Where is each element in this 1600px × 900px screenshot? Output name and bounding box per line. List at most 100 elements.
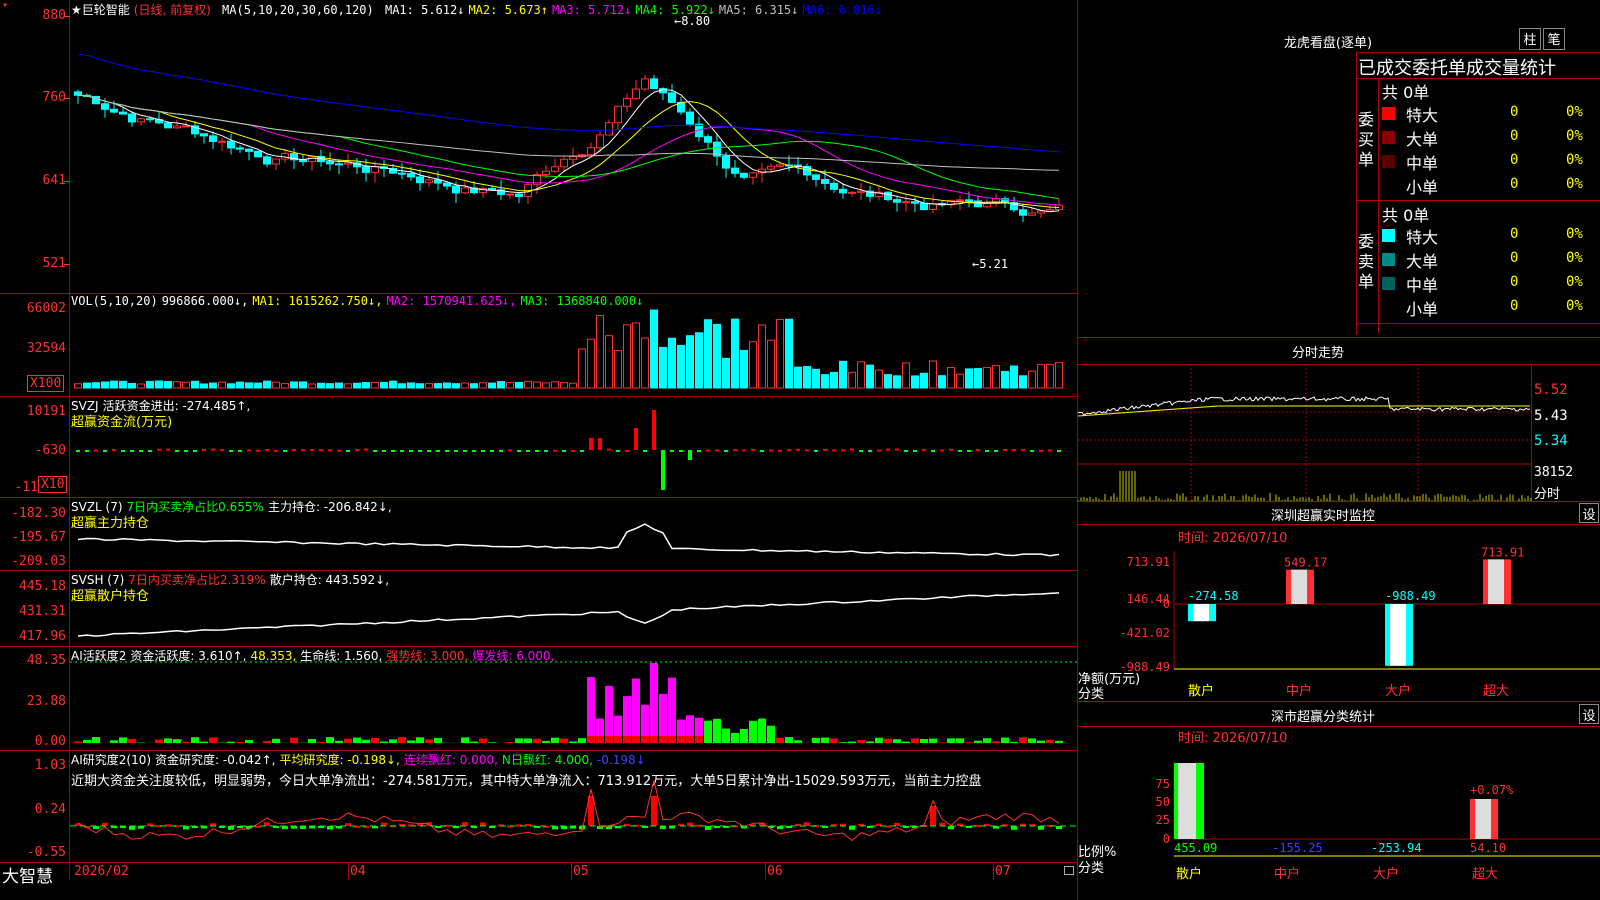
volume-panel[interactable]: VOL(5,10,20) 996866.000↓, MA1: 1615262.750… [0,293,1077,396]
ai-active-bar [344,738,352,743]
svzj-bar [310,448,314,451]
ai-active-bar [416,737,424,743]
svzj-bar [913,450,917,452]
lock-icon[interactable] [1064,866,1074,875]
svzj-bar [94,449,98,452]
svzj-bar [364,448,368,451]
candle [911,201,919,204]
buy-row-label-1: 大单 [1406,130,1439,149]
main-chart[interactable]: ★巨轮智能 (日线, 前复权) MA(5,10,20,30,60,120) MA1… [0,0,1077,293]
ai-research-bar [552,826,558,830]
volume-bar [596,314,604,389]
volume-bar [380,381,388,389]
svzj-bar [472,450,476,452]
ai-active-bar [1028,738,1036,743]
ai-active-bar [263,740,271,743]
volume-bar [821,374,829,389]
candle [848,191,856,194]
ai-active-bar [308,738,316,743]
intraday-panel[interactable]: 分时走势 5.52 5.43 5.34 38152 分时 [1077,338,1600,502]
ai-active-bar [650,663,658,743]
svzj-bar [436,450,440,452]
ai-research-bar [804,822,810,826]
intraday-title: 分时走势 [1291,346,1344,361]
volume-bar [542,382,550,389]
volume-bar [290,381,298,389]
ai-active-bar [245,739,253,743]
candle [344,162,352,165]
svzj-bar [157,448,161,451]
tick-view-button[interactable]: 笔 [1543,28,1565,50]
candle [605,122,613,136]
sell-row-label-2: 中单 [1406,276,1439,295]
ai-research-bar [1011,826,1017,830]
volume-bar [785,318,793,389]
ai-active-bar [785,737,793,743]
volume-bar [929,360,937,389]
candle [965,199,973,202]
svzj-bar [598,438,602,450]
svzj-bar [841,449,845,452]
ai-research-panel[interactable]: AI研究度2(10) 资金研究度: -0.042↑, 平均研究度: -0.198↓,… [0,750,1077,862]
bar-view-button[interactable]: 柱 [1519,28,1541,50]
volume-bar [1019,375,1027,389]
sell-row-pct-1: 0% [1566,250,1583,266]
svzj-bar [427,450,431,452]
volume-bar [1001,370,1009,389]
ai-active-panel[interactable]: AI活跃度2 资金活跃度: 3.610↑, 48.353, 生命线: 1.560, 强势… [0,646,1077,750]
ai-active-bar [128,739,136,743]
ai-active-bar [920,739,928,743]
candle [1046,209,1054,212]
volume-bar [1037,364,1045,389]
volume-bar [371,381,379,389]
ai-active-bar [713,718,721,743]
volume-bar [524,380,532,389]
svzj-bar [229,450,233,452]
volume-bar [704,319,712,389]
svzj-bar [589,438,593,450]
sz-classify-y-0: 75 [1156,777,1170,791]
ai-active-bar [515,738,523,743]
volume-bar [299,381,307,389]
svzj-bar [940,449,944,452]
x-label-apr: 04 [350,864,366,879]
ai-research-bar [930,806,936,826]
ai-active-bar [110,740,118,743]
buy-row-swatch-1 [1382,131,1395,144]
x-label-feb: 2026/02 [74,864,129,879]
candle [74,91,82,96]
buy-row-pct-3: 0% [1566,176,1583,192]
ai-active-bar [326,737,334,743]
svzj-panel[interactable]: SVZJ 活跃资金进出: -274.485↑, 超赢资金流(万元) 10191 -… [0,396,1077,497]
svsh-panel[interactable]: SVSH (7) 7日内买卖净占比2.319% 散户持仓: 443.592↓, 超赢… [0,570,1077,646]
svzj-bar [499,450,503,452]
volume-bar [92,382,100,389]
ai-active-bars [70,661,1077,743]
volume-bar [974,368,982,389]
svzj-bar [733,449,737,452]
volume-bar [164,380,172,389]
buy-row-label-3: 小单 [1406,178,1439,197]
candle [146,118,154,121]
volume-bar [137,383,145,389]
volume-bar [569,382,577,389]
volume-bar [956,373,964,389]
sz-classify-axis-sub: 分类 [1078,861,1105,876]
sz-monitor-chart: 713.91146.440-421.02-988.49-274.58散户549.… [1119,545,1600,699]
volume-bar [146,380,154,389]
svzj-bar [112,449,116,452]
sell-row-pct-3: 0% [1566,298,1583,314]
svzl-panel[interactable]: SVZL (7) 7日内买卖净占比0.655% 主力持仓: -206.842↓, 超… [0,497,1077,570]
ai-active-bar [209,737,217,743]
ai-active-bar [551,737,559,743]
ai-research-bar [939,822,945,826]
volume-bar [947,367,955,389]
sell-row-pct-0: 0% [1566,226,1583,242]
ai-research-bar [129,826,135,830]
svzj-bar [895,448,899,451]
volume-bar [722,357,730,389]
candle [767,165,775,170]
volume-bar [182,381,190,389]
candle [641,78,649,90]
volume-bar [254,382,262,389]
